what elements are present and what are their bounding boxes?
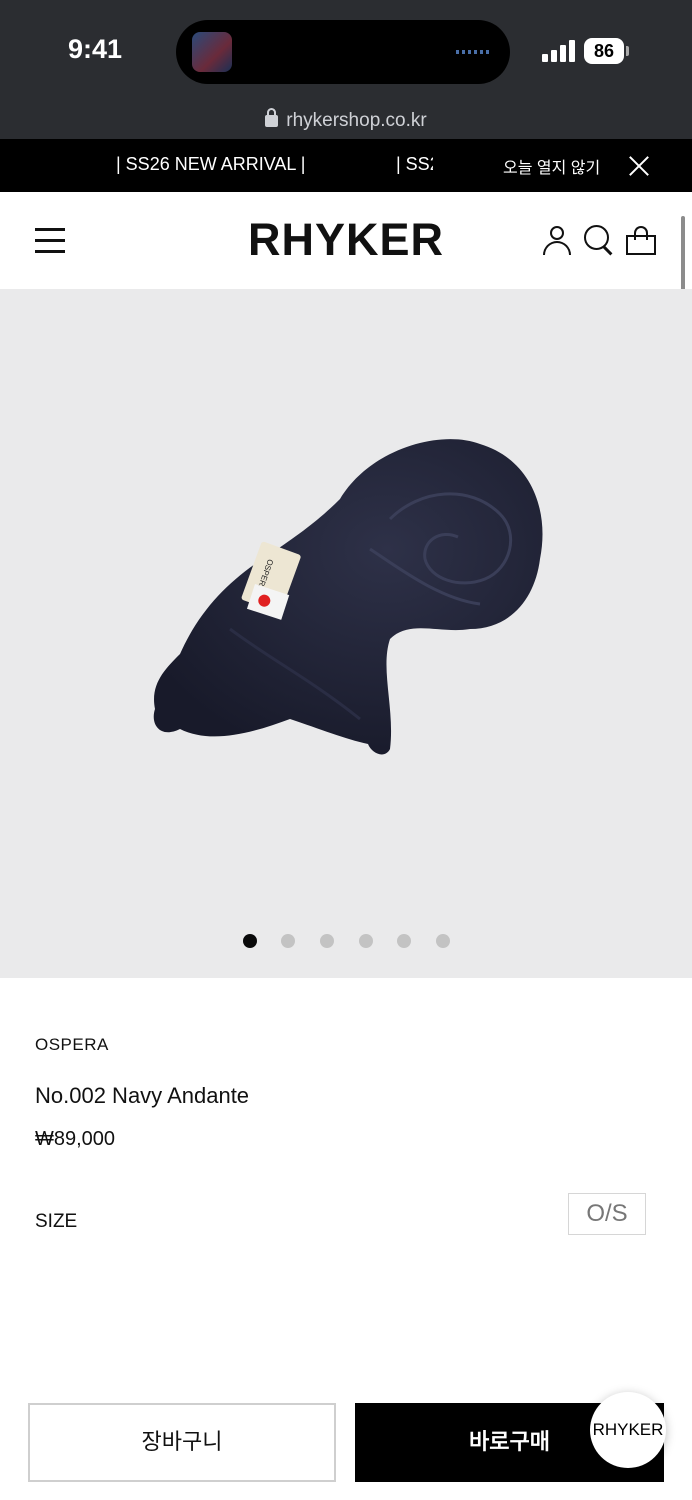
status-bar: 9:41 86 <box>0 0 692 104</box>
floating-chat-button[interactable]: RHYKER <box>590 1392 666 1468</box>
gallery-dot[interactable] <box>359 934 373 948</box>
account-icon[interactable] <box>542 226 572 256</box>
status-time: 9:41 <box>68 34 123 64</box>
url-text[interactable]: rhykershop.co.kr <box>265 108 427 132</box>
buy-now-label: 바로구매 <box>469 1430 550 1455</box>
site-header: RHYKER <box>0 192 692 289</box>
gallery-dot[interactable] <box>397 934 411 948</box>
now-playing-artwork <box>192 32 232 72</box>
gallery-dot[interactable] <box>436 934 450 948</box>
close-icon[interactable] <box>628 155 650 177</box>
gallery-dot[interactable] <box>243 934 257 948</box>
product-brand[interactable]: OSPERA <box>35 1035 109 1055</box>
gallery-dot[interactable] <box>281 934 295 948</box>
cellular-signal-icon <box>542 40 576 62</box>
gallery-dot[interactable] <box>320 934 334 948</box>
product-image-scarf: OSPERA <box>153 439 543 755</box>
add-to-cart-button[interactable]: 장바구니 <box>28 1403 336 1482</box>
battery-indicator: 86 <box>584 38 624 64</box>
product-title: No.002 Navy Andante <box>35 1083 250 1108</box>
search-icon[interactable] <box>584 225 616 257</box>
battery-tip <box>626 46 629 56</box>
product-image-gallery[interactable]: OSPERA <box>0 289 692 978</box>
announcement-bar: | SS26 NEW ARRIVAL | | SS26 NEW ARRIVAL … <box>0 139 692 192</box>
size-label: SIZE <box>35 1211 78 1232</box>
dynamic-island[interactable] <box>176 20 510 84</box>
audio-waveform-icon <box>456 50 492 54</box>
announcement-item: | SS26 NEW ARRIVAL | <box>116 154 306 174</box>
lock-icon <box>265 108 279 127</box>
hide-today-link[interactable]: 오늘 열지 않기 <box>503 154 600 178</box>
announcement-marquee[interactable]: | SS26 NEW ARRIVAL | | SS26 NEW ARRIVAL … <box>0 139 433 192</box>
size-option-button[interactable]: O/S <box>568 1193 646 1235</box>
shopping-bag-icon[interactable] <box>626 226 656 256</box>
address-bar[interactable]: rhykershop.co.kr <box>0 104 692 139</box>
announcement-item: | SS26 NEW ARRIVAL | <box>396 154 433 174</box>
product-price: ₩89,000 <box>35 1128 116 1150</box>
